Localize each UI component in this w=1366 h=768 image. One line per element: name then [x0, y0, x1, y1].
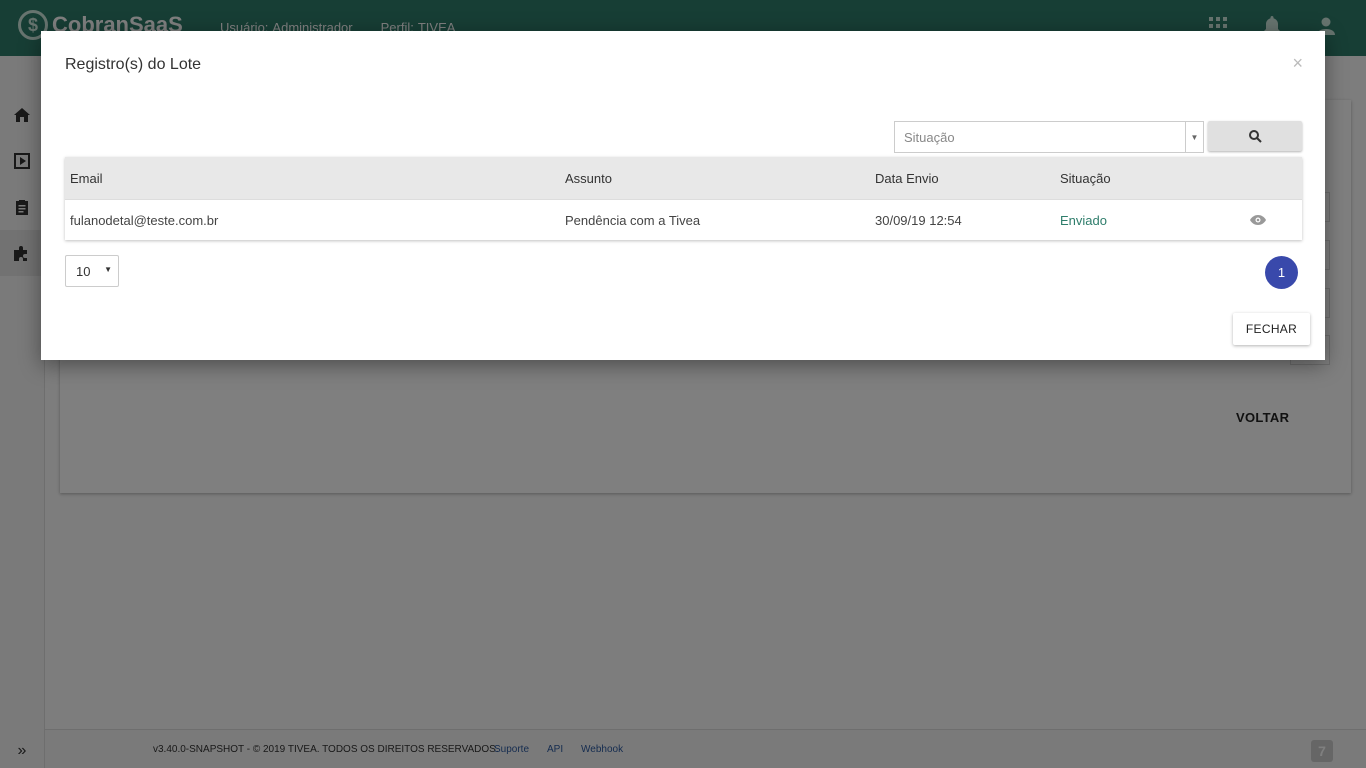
modal-dialog: Registro(s) do Lote × Situação ▼ Email A…	[41, 31, 1325, 360]
chevron-down-icon[interactable]: ▼	[1185, 122, 1203, 152]
page-size-value: 10	[76, 263, 91, 279]
modal-title: Registro(s) do Lote	[65, 56, 202, 73]
close-icon[interactable]: ×	[1292, 53, 1303, 74]
cell-email: fulanodetal@teste.com.br	[70, 212, 219, 228]
pagination-page-button[interactable]: 1	[1265, 256, 1298, 289]
view-button[interactable]	[1250, 200, 1266, 240]
chevron-down-icon: ▼	[104, 265, 112, 274]
table-header: Email Assunto Data Envio Situação	[65, 157, 1302, 199]
column-header-assunto[interactable]: Assunto	[565, 157, 612, 199]
records-table: Email Assunto Data Envio Situação fulano…	[65, 157, 1302, 240]
column-header-email[interactable]: Email	[70, 157, 103, 199]
page-size-select[interactable]: 10 ▼	[65, 255, 119, 287]
search-icon	[1248, 129, 1262, 143]
situacao-filter-select[interactable]: Situação ▼	[894, 121, 1204, 153]
table-row: fulanodetal@teste.com.br Pendência com a…	[65, 199, 1302, 240]
cell-situacao: Enviado	[1060, 212, 1107, 228]
column-header-situacao[interactable]: Situação	[1060, 157, 1111, 199]
situacao-filter-placeholder: Situação	[904, 129, 955, 145]
cell-data-envio: 30/09/19 12:54	[875, 212, 962, 228]
column-header-data-envio[interactable]: Data Envio	[875, 157, 939, 199]
eye-icon	[1250, 215, 1266, 225]
cell-assunto: Pendência com a Tivea	[565, 212, 701, 228]
close-button[interactable]: FECHAR	[1233, 313, 1310, 345]
search-button[interactable]	[1208, 121, 1302, 151]
